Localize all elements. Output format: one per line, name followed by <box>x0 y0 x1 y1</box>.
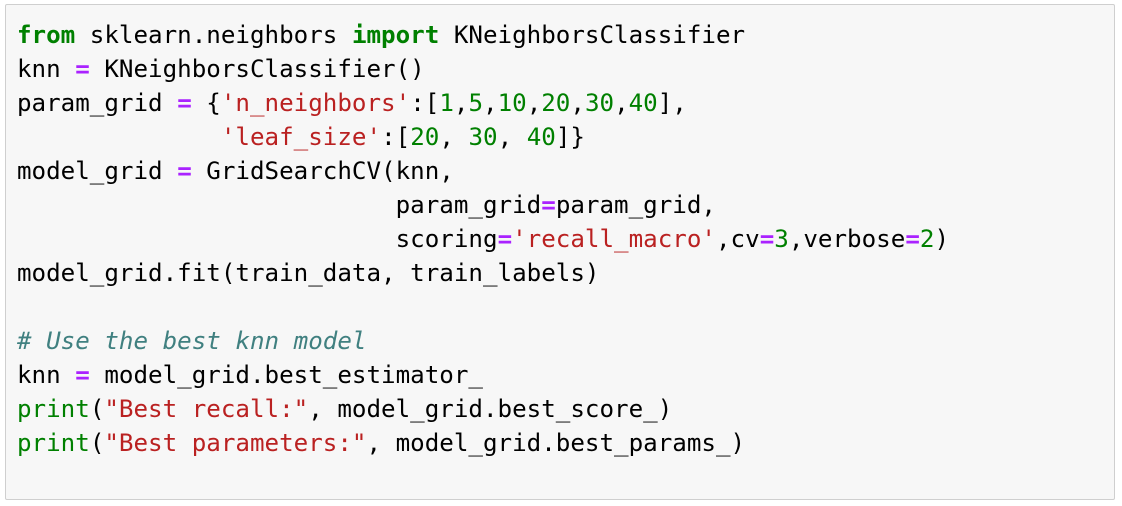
operator-token: = <box>759 225 775 253</box>
code-editor[interactable]: from sklearn.neighbors import KNeighbors… <box>17 18 949 460</box>
operator-token: = <box>905 225 920 253</box>
code-token: ], <box>657 89 687 117</box>
code-token: { <box>191 89 221 117</box>
number-token: 5 <box>468 89 483 117</box>
operator-token: = <box>541 191 556 219</box>
code-cell[interactable]: from sklearn.neighbors import KNeighbors… <box>5 4 1115 500</box>
number-token: 30 <box>584 89 615 117</box>
code-token: param_grid <box>17 89 178 117</box>
operator-token: = <box>177 89 192 117</box>
code-token: ( <box>89 395 105 423</box>
code-token: knn <box>17 55 76 83</box>
string-token: 'recall_macro' <box>512 225 716 253</box>
code-line: # Use the best knn model <box>17 324 949 358</box>
code-token: , <box>570 89 585 117</box>
code-line: print("Best recall:", model_grid.best_sc… <box>17 392 949 426</box>
string-token: "Best recall:" <box>104 395 309 423</box>
code-token: model_grid.fit(train_data, train_labels) <box>17 259 600 287</box>
code-token: , <box>483 89 498 117</box>
operator-token: = <box>75 55 90 83</box>
code-token: , model_grid.best_score_) <box>308 395 673 423</box>
code-line: scoring='recall_macro',cv=3,verbose=2) <box>17 222 949 256</box>
code-token: scoring <box>17 225 498 253</box>
code-token: , <box>614 89 629 117</box>
code-token: ,verbose <box>788 225 906 253</box>
code-token: model_grid <box>17 157 178 185</box>
string-token: "Best parameters:" <box>104 429 367 457</box>
builtin-token: print <box>17 429 90 457</box>
code-token: , <box>439 123 469 151</box>
code-token: GridSearchCV(knn, <box>191 157 454 185</box>
number-token: 20 <box>410 123 440 151</box>
code-token: model_grid.best_estimator_ <box>89 361 483 389</box>
code-line: 'leaf_size':[20, 30, 40]} <box>17 120 949 154</box>
code-line: knn = model_grid.best_estimator_ <box>17 358 949 392</box>
code-token: , <box>453 89 469 117</box>
code-token: knn <box>17 361 76 389</box>
builtin-token: print <box>17 395 90 423</box>
number-token: 40 <box>628 89 658 117</box>
code-token: :[ <box>381 123 411 151</box>
number-token: 10 <box>497 89 527 117</box>
code-token: sklearn.neighbors <box>75 21 352 49</box>
code-token: , model_grid.best_params_) <box>366 429 746 457</box>
code-token: :[ <box>410 89 440 117</box>
code-token: , <box>526 89 542 117</box>
code-line: from sklearn.neighbors import KNeighbors… <box>17 18 949 52</box>
code-line: knn = KNeighborsClassifier() <box>17 52 949 86</box>
operator-token: = <box>75 361 90 389</box>
operator-token: = <box>497 225 513 253</box>
number-token: 2 <box>919 225 935 253</box>
code-token: ]} <box>555 123 585 151</box>
string-token: 'n_neighbors' <box>220 89 411 117</box>
code-token: KNeighborsClassifier <box>439 21 746 49</box>
code-token: KNeighborsClassifier() <box>89 55 425 83</box>
number-token: 40 <box>526 123 556 151</box>
code-line: param_grid = {'n_neighbors':[1,5,10,20,3… <box>17 86 949 120</box>
string-token: 'leaf_size' <box>220 123 382 151</box>
operator-token: = <box>177 157 192 185</box>
code-token: ) <box>934 225 949 253</box>
comment-token: # Use the best knn model <box>17 327 367 355</box>
number-token: 3 <box>774 225 789 253</box>
code-line: model_grid.fit(train_data, train_labels) <box>17 256 949 290</box>
number-token: 20 <box>541 89 571 117</box>
code-line: model_grid = GridSearchCV(knn, <box>17 154 949 188</box>
keyword-token: from <box>17 21 76 49</box>
code-token: ,cv <box>716 225 760 253</box>
code-line: param_grid=param_grid, <box>17 188 949 222</box>
code-token: param_grid <box>17 191 542 219</box>
code-token: , <box>497 123 527 151</box>
number-token: 1 <box>439 89 454 117</box>
number-token: 30 <box>468 123 498 151</box>
code-line: print("Best parameters:", model_grid.bes… <box>17 426 949 460</box>
code-token: param_grid, <box>555 191 716 219</box>
keyword-token: import <box>351 21 440 49</box>
code-token: ( <box>89 429 105 457</box>
